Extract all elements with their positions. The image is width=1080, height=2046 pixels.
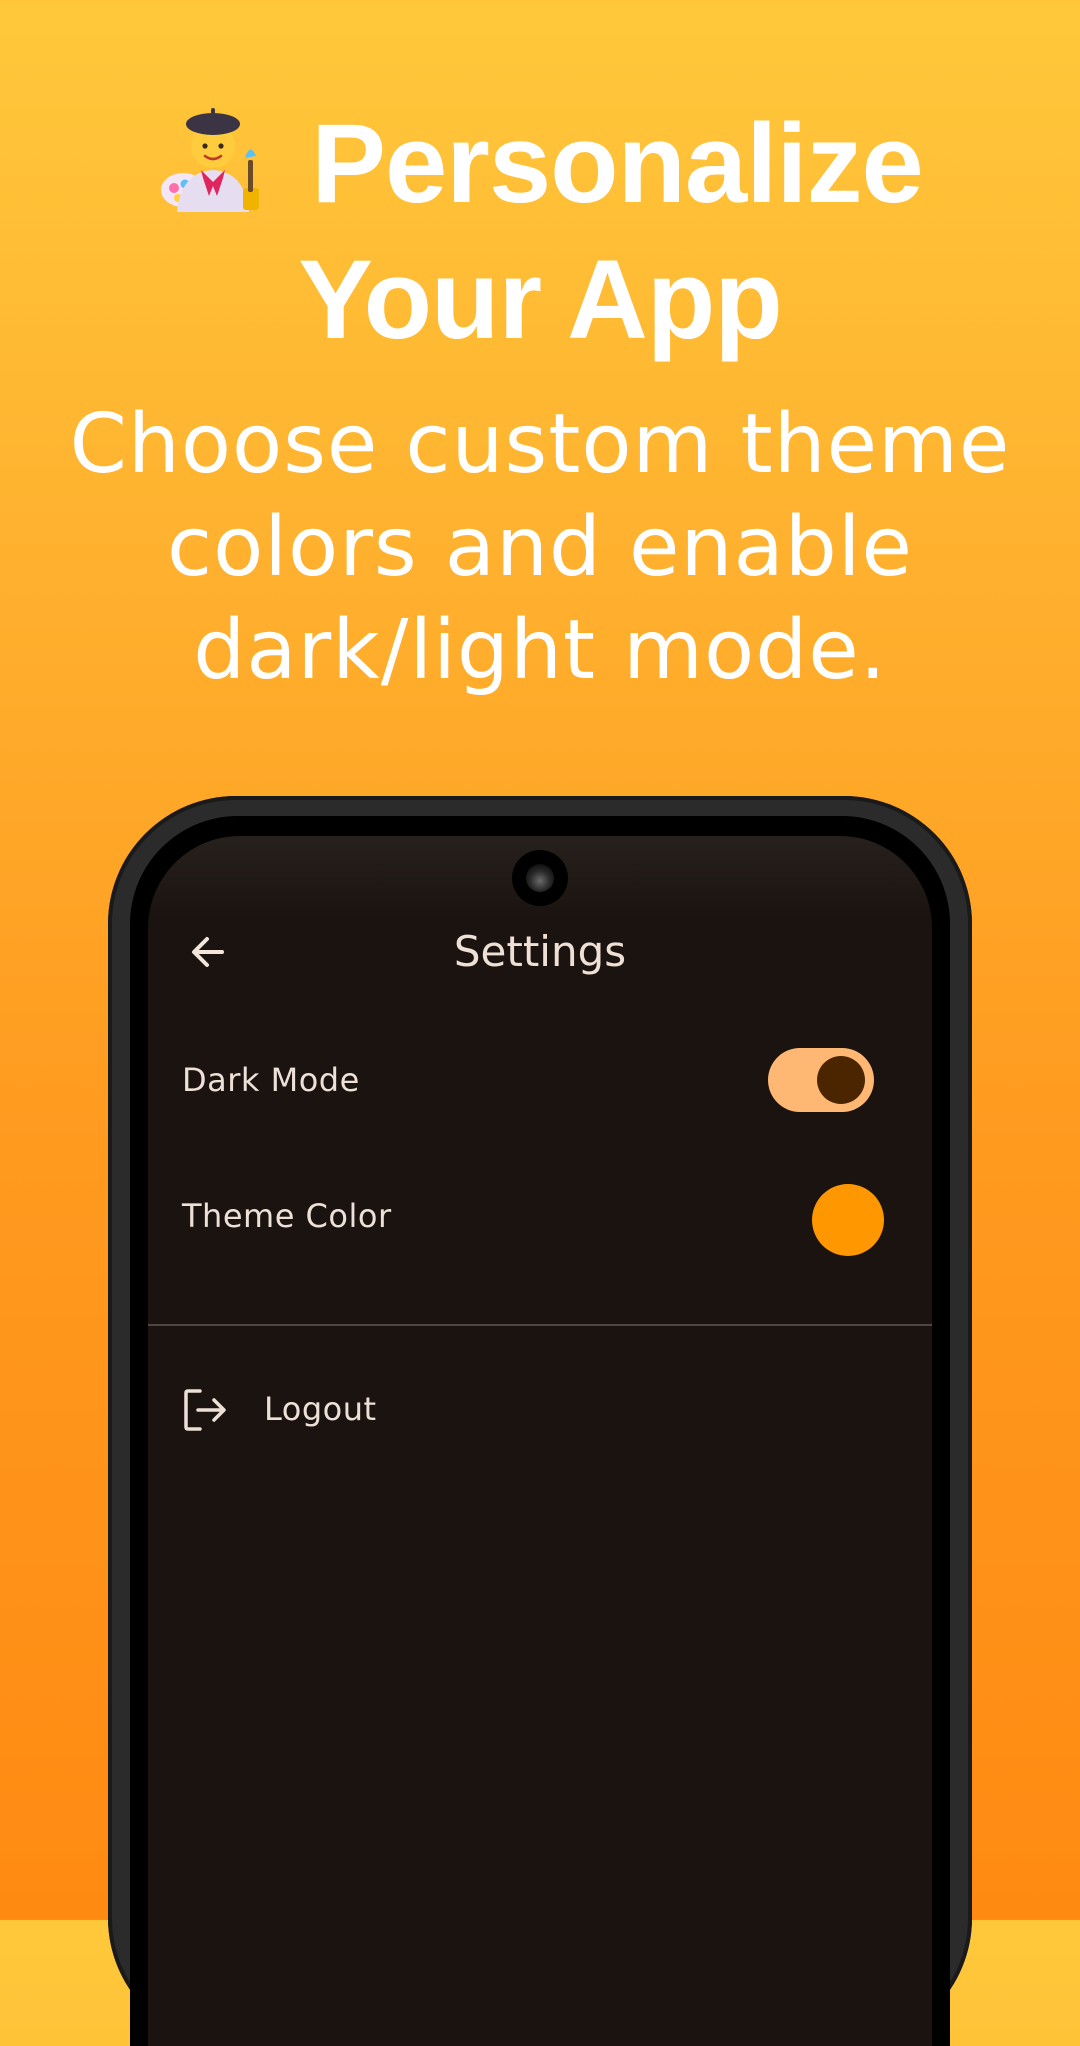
theme-color-label: Theme Color xyxy=(182,1197,392,1235)
phone-mockup: Settings Dark Mode Theme Color Logout xyxy=(108,796,972,2046)
hero-subtitle: Choose custom theme colors and enable da… xyxy=(69,397,1011,698)
logout-button[interactable]: Logout xyxy=(264,1389,377,1429)
dark-mode-toggle[interactable] xyxy=(768,1048,874,1112)
page-title: Settings xyxy=(453,927,627,976)
theme-color-swatch[interactable] xyxy=(812,1184,884,1256)
toggle-thumb xyxy=(817,1056,865,1104)
hero-title: Personalize Your App xyxy=(0,96,1080,368)
divider xyxy=(148,1324,932,1326)
logout-icon xyxy=(184,1389,226,1431)
artist-emoji-icon xyxy=(161,108,260,212)
phone-bezel: Settings Dark Mode Theme Color Logout xyxy=(130,816,950,2046)
hero-title-line-2: Your App xyxy=(298,237,782,362)
hero-title-line-1: Personalize xyxy=(0,96,1080,232)
settings-screen: Settings Dark Mode Theme Color Logout xyxy=(148,836,932,2046)
dark-mode-label: Dark Mode xyxy=(182,1061,360,1099)
front-camera xyxy=(512,850,568,906)
hero-title-word: Personalize xyxy=(311,101,924,226)
